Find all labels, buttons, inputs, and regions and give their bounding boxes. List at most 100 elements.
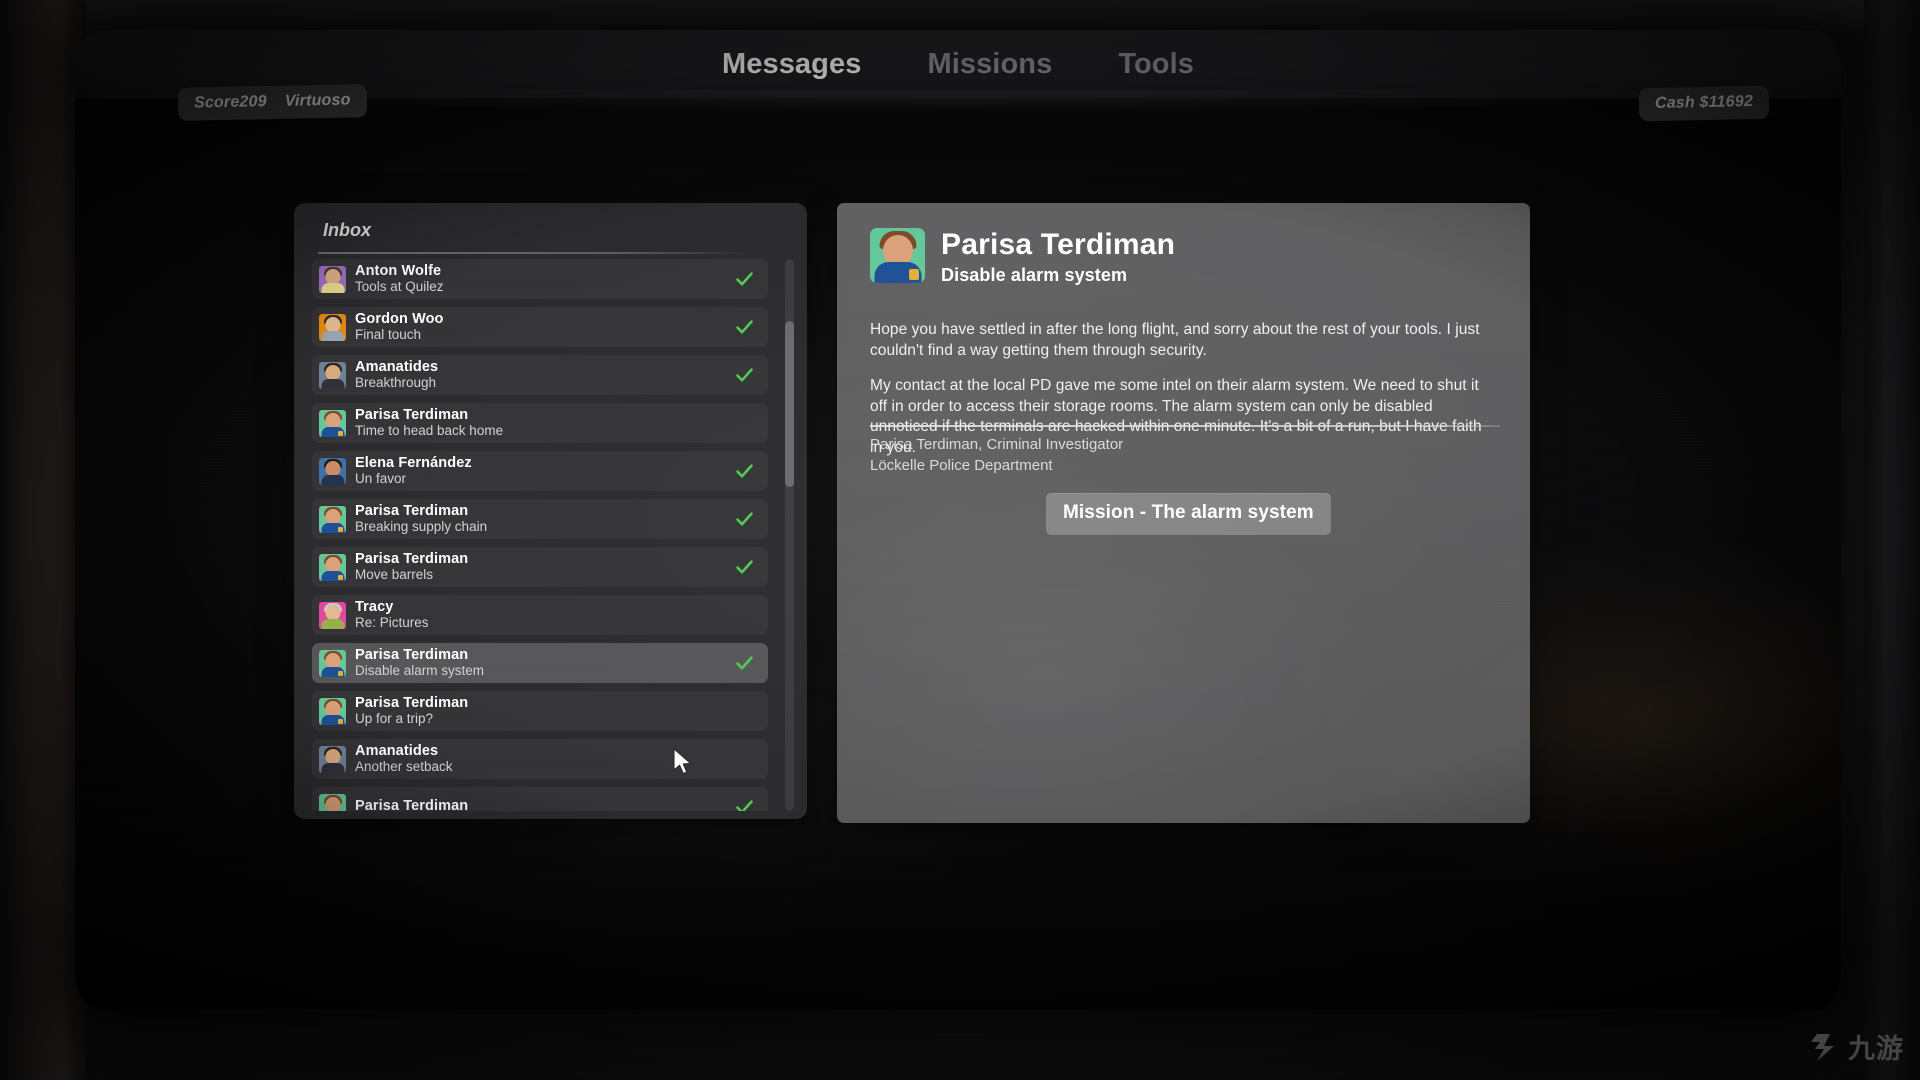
list-item[interactable]: Amanatides Breakthrough: [312, 355, 768, 395]
list-item-subject: Re: Pictures: [355, 615, 429, 631]
list-item-sender: Parisa Terdiman: [355, 798, 469, 811]
avatar-face: [325, 700, 340, 716]
mouse-cursor: [673, 748, 692, 775]
message-sender-name: Parisa Terdiman: [941, 228, 1176, 261]
list-item[interactable]: Elena Fernández Un favor: [312, 451, 768, 491]
avatar-police-badge: [338, 718, 343, 724]
list-item-sender: Amanatides: [355, 358, 439, 375]
list-item-sender: Elena Fernández: [355, 454, 472, 471]
avatar-police-badge: [338, 670, 343, 676]
avatar: [319, 409, 346, 437]
avatar-body: [321, 282, 344, 293]
unread-placeholder: [735, 414, 754, 433]
avatar-face: [325, 604, 340, 620]
message-detail-panel: Parisa Terdiman Disable alarm system Hop…: [837, 203, 1530, 823]
read-check-icon: [735, 798, 754, 811]
message-signature: Parisa Terdiman, Criminal Investigator L…: [870, 435, 1123, 476]
monitor-bezel-left: [0, 0, 86, 1080]
watermark-mark-icon: [1811, 1033, 1834, 1061]
list-item-text: Amanatides Breakthrough: [355, 358, 735, 390]
message-subject: Disable alarm system: [941, 265, 1128, 286]
read-check-icon: [735, 654, 754, 673]
inbox-message-list[interactable]: Anton Wolfe Tools at Quilez Gordon Woo Fina…: [312, 259, 768, 811]
read-check-icon: [735, 270, 754, 289]
list-item[interactable]: Parisa Terdiman Breaking supply chain: [312, 499, 768, 539]
list-item-subject: Time to head back home: [355, 423, 504, 439]
avatar-police-badge: [909, 269, 919, 280]
unread-placeholder: [735, 702, 754, 721]
avatar-body: [321, 330, 344, 341]
inbox-scrollbar-thumb[interactable]: [785, 321, 794, 487]
list-item[interactable]: Parisa Terdiman Up for a trip?: [312, 691, 768, 731]
list-item-sender: Parisa Terdiman: [355, 694, 469, 711]
list-item[interactable]: Anton Wolfe Tools at Quilez: [312, 259, 768, 299]
list-item-subject: Final touch: [355, 327, 422, 343]
avatar-body: [321, 762, 344, 773]
list-item-sender: Parisa Terdiman: [355, 502, 469, 519]
mission-button[interactable]: Mission - The alarm system: [1046, 493, 1331, 535]
list-item-subject: Up for a trip?: [355, 711, 434, 727]
avatar: [319, 793, 346, 811]
list-item-text: Parisa Terdiman Up for a trip?: [355, 694, 735, 727]
avatar: [319, 265, 346, 293]
read-check-icon: [735, 510, 754, 529]
tab-messages[interactable]: Messages: [716, 44, 867, 85]
list-item[interactable]: Parisa Terdiman Time to head back home: [312, 403, 768, 443]
signature-organization: Löckelle Police Department: [870, 456, 1053, 474]
avatar-face: [325, 268, 340, 284]
read-check-icon: [735, 462, 754, 481]
avatar-face: [325, 460, 340, 476]
monitor-bezel-right: [1864, 0, 1920, 1080]
list-item-subject: Un favor: [355, 471, 407, 487]
list-item-text: Gordon Woo Final touch: [355, 310, 735, 343]
list-item-sender: Tracy: [355, 598, 394, 615]
avatar-body: [321, 810, 344, 811]
list-item-text: Parisa Terdiman Move barrels: [355, 550, 735, 582]
avatar-police-badge: [338, 574, 343, 580]
signature-divider: [870, 425, 1500, 427]
avatar: [319, 361, 346, 389]
avatar-police-badge: [338, 526, 343, 532]
list-item-sender: Parisa Terdiman: [355, 646, 469, 663]
list-item-sender: Gordon Woo: [355, 310, 444, 327]
list-item-text: Elena Fernández Un favor: [355, 454, 735, 487]
avatar-face: [325, 796, 340, 811]
list-item[interactable]: Parisa Terdiman: [312, 787, 768, 811]
tab-missions[interactable]: Missions: [921, 44, 1058, 85]
content-area: Inbox Anton Wolfe Tools at Quilez Gordon W…: [75, 98, 1841, 1010]
list-item-text: Parisa Terdiman: [355, 799, 735, 811]
list-item-subject: Breaking supply chain: [355, 519, 488, 535]
message-paragraph: Hope you have settled in after the long …: [870, 321, 1480, 359]
inbox-panel: Inbox Anton Wolfe Tools at Quilez Gordon W…: [294, 203, 807, 819]
avatar: [319, 457, 346, 485]
avatar: [319, 553, 346, 581]
avatar: [870, 228, 925, 283]
tab-tools[interactable]: Tools: [1112, 44, 1200, 85]
avatar-face: [325, 316, 340, 332]
list-item[interactable]: Gordon Woo Final touch: [312, 307, 768, 347]
avatar: [319, 649, 346, 677]
read-check-icon: [735, 558, 754, 577]
game-screen: Messages Missions Tools Score209 Virtuos…: [75, 30, 1841, 1010]
list-item[interactable]: Parisa Terdiman Move barrels: [312, 547, 768, 587]
inbox-scrollbar[interactable]: [785, 259, 794, 811]
list-item-subject: Tools at Quilez: [355, 279, 444, 295]
avatar: [319, 697, 346, 725]
unread-placeholder: [735, 606, 754, 625]
avatar-face: [325, 652, 340, 668]
list-item-sender: Parisa Terdiman: [355, 550, 469, 567]
mission-button-label: Mission - The alarm system: [1063, 502, 1314, 523]
inbox-title: Inbox: [323, 220, 371, 240]
avatar-body: [321, 378, 344, 389]
list-item-text: Parisa Terdiman Breaking supply chain: [355, 502, 735, 535]
list-item-subject: Disable alarm system: [355, 663, 485, 679]
list-item[interactable]: Tracy Re: Pictures: [312, 595, 768, 635]
avatar-face: [325, 748, 340, 764]
avatar: [319, 313, 346, 341]
avatar: [319, 505, 346, 533]
read-check-icon: [735, 366, 754, 385]
list-item[interactable]: Parisa Terdiman Disable alarm system: [312, 643, 768, 683]
avatar-face: [325, 412, 340, 428]
list-item-text: Parisa Terdiman Disable alarm system: [355, 646, 735, 679]
list-item[interactable]: Amanatides Another setback: [312, 739, 768, 779]
